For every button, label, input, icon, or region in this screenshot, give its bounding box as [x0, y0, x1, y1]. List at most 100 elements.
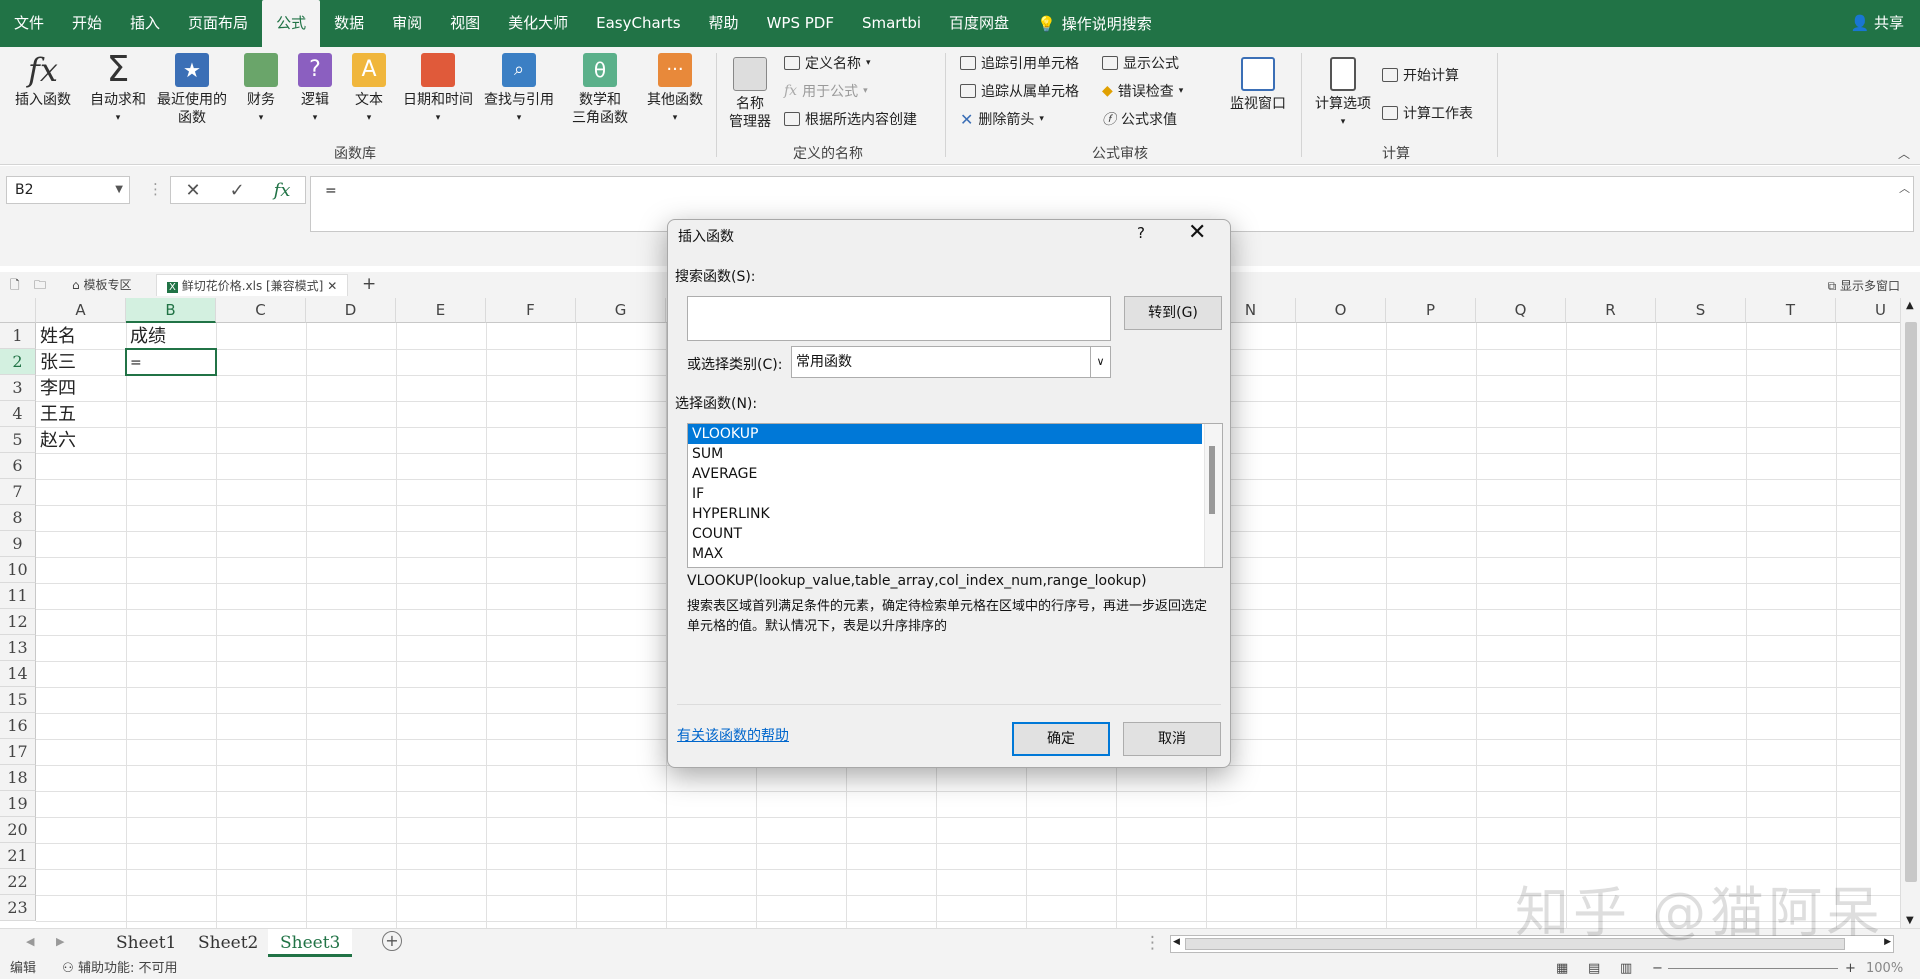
row-header-19[interactable]: 19 — [0, 791, 36, 817]
list-item[interactable]: VLOOKUP — [688, 424, 1202, 444]
tab-template-zone[interactable]: ⌂ 模板专区 — [62, 274, 141, 296]
tab-view[interactable]: 视图 — [436, 0, 494, 47]
cancel-button[interactable]: 取消 — [1123, 722, 1221, 756]
row-header-7[interactable]: 7 — [0, 479, 36, 505]
trace-dependents-button[interactable]: 追踪从属单元格 — [960, 81, 1079, 101]
cell-A3[interactable]: 李四 — [36, 376, 76, 402]
tab-file[interactable]: 文件 — [0, 0, 58, 47]
create-from-selection-button[interactable]: 根据所选内容创建 — [784, 109, 917, 129]
row-header-14[interactable]: 14 — [0, 661, 36, 687]
row-header-6[interactable]: 6 — [0, 453, 36, 479]
name-manager-button[interactable]: 名称 管理器 — [722, 57, 778, 131]
close-icon[interactable]: ✕ — [1188, 220, 1206, 245]
define-name-button[interactable]: 定义名称 ▾ — [784, 53, 871, 73]
list-item[interactable]: SUM — [688, 444, 1202, 464]
text-functions-button[interactable]: A 文本 ▾ — [346, 53, 392, 127]
tab-smartbi[interactable]: Smartbi — [848, 0, 935, 47]
calculate-sheet-button[interactable]: 计算工作表 — [1382, 103, 1473, 123]
scroll-down-icon[interactable]: ▼ — [1906, 915, 1914, 926]
name-box[interactable]: B2 ▼ — [6, 176, 130, 204]
evaluate-formula-button[interactable]: ⓕ 公式求值 — [1102, 109, 1177, 129]
list-item[interactable]: IF — [688, 484, 1202, 504]
sheet-tab-2[interactable]: Sheet2 — [186, 929, 270, 957]
calc-options-button[interactable]: 计算选项 ▾ — [1310, 57, 1376, 131]
zoom-level[interactable]: 100% — [1866, 958, 1903, 979]
row-header-18[interactable]: 18 — [0, 765, 36, 791]
sheet-prev-icon[interactable]: ◀ — [26, 935, 34, 948]
scroll-up-icon[interactable]: ▲ — [1906, 300, 1914, 311]
function-list[interactable]: VLOOKUP SUM AVERAGE IF HYPERLINK COUNT M… — [687, 423, 1223, 568]
row-header-12[interactable]: 12 — [0, 609, 36, 635]
column-header-P[interactable]: P — [1386, 298, 1476, 323]
vertical-scrollbar[interactable]: ▲ ▼ — [1900, 298, 1920, 928]
accessibility-status[interactable]: ⚇ 辅助功能: 不可用 — [62, 961, 177, 976]
row-header-22[interactable]: 22 — [0, 869, 36, 895]
sheet-next-icon[interactable]: ▶ — [56, 935, 64, 948]
column-header-Q[interactable]: Q — [1476, 298, 1566, 323]
insert-function-fx-icon[interactable]: fx — [274, 180, 291, 201]
tell-me-search[interactable]: 💡 操作说明搜索 — [1037, 13, 1152, 34]
financial-button[interactable]: 财务 ▾ — [238, 53, 284, 127]
row-header-10[interactable]: 10 — [0, 557, 36, 583]
remove-arrows-button[interactable]: ✕ 删除箭头 ▾ — [960, 109, 1044, 129]
normal-view-icon[interactable]: ▦ — [1556, 958, 1568, 979]
collapse-ribbon-icon[interactable]: ︿ — [1898, 145, 1910, 162]
math-trig-button[interactable]: θ 数学和 三角函数 — [562, 53, 638, 127]
row-header-9[interactable]: 9 — [0, 531, 36, 557]
add-sheet-icon[interactable]: + — [382, 931, 402, 951]
split-handle-icon[interactable]: ⋮ — [1144, 933, 1161, 953]
column-header-T[interactable]: T — [1746, 298, 1836, 323]
column-header-F[interactable]: F — [486, 298, 576, 323]
logical-button[interactable]: ? 逻辑 ▾ — [292, 53, 338, 127]
tab-home[interactable]: 开始 — [58, 0, 116, 47]
scroll-thumb[interactable] — [1905, 322, 1917, 882]
error-checking-button[interactable]: ◆ 错误检查 ▾ — [1102, 81, 1183, 101]
tab-workbook[interactable]: X 鲜切花价格.xls [兼容模式] ✕ — [156, 274, 349, 296]
recent-functions-button[interactable]: ★ 最近使用的 函数 — [152, 53, 232, 127]
page-layout-view-icon[interactable]: ▤ — [1588, 958, 1600, 979]
row-header-21[interactable]: 21 — [0, 843, 36, 869]
row-header-1[interactable]: 1 — [0, 323, 36, 349]
cell-A2[interactable]: 张三 — [36, 350, 76, 376]
select-all-corner[interactable] — [0, 298, 36, 323]
tab-insert[interactable]: 插入 — [116, 0, 174, 47]
enter-check-icon[interactable]: ✓ — [230, 180, 245, 201]
autosum-button[interactable]: Σ 自动求和 ▾ — [86, 52, 150, 127]
close-icon[interactable]: ✕ — [327, 279, 337, 293]
row-header-15[interactable]: 15 — [0, 687, 36, 713]
tab-wps-pdf[interactable]: WPS PDF — [753, 0, 848, 47]
insert-function-button[interactable]: fx 插入函数 — [8, 53, 78, 109]
row-header-4[interactable]: 4 — [0, 401, 36, 427]
tab-baidu-netdisk[interactable]: 百度网盘 — [935, 0, 1023, 47]
row-header-3[interactable]: 3 — [0, 375, 36, 401]
sheet-tab-1[interactable]: Sheet1 — [104, 929, 188, 957]
cell-A1[interactable]: 姓名 — [36, 324, 76, 350]
zoom-in-icon[interactable]: + — [1845, 958, 1856, 979]
row-header-5[interactable]: 5 — [0, 427, 36, 453]
datetime-button[interactable]: 日期和时间 ▾ — [398, 53, 478, 127]
column-header-S[interactable]: S — [1656, 298, 1746, 323]
cell-A5[interactable]: 赵六 — [36, 428, 76, 454]
row-header-8[interactable]: 8 — [0, 505, 36, 531]
row-header-11[interactable]: 11 — [0, 583, 36, 609]
column-header-G[interactable]: G — [576, 298, 666, 323]
more-functions-button[interactable]: ··· 其他函数 ▾ — [642, 53, 708, 127]
tab-formulas[interactable]: 公式 — [262, 0, 321, 47]
cell-B1[interactable]: 成绩 — [126, 324, 166, 350]
drag-handle-icon[interactable]: ⋮ — [148, 180, 163, 198]
cell-A4[interactable]: 王五 — [36, 402, 76, 428]
row-header-2[interactable]: 2 — [0, 349, 36, 375]
zoom-slider[interactable] — [1668, 968, 1838, 969]
list-item[interactable]: COUNT — [688, 524, 1202, 544]
trace-precedents-button[interactable]: 追踪引用单元格 — [960, 53, 1079, 73]
scroll-left-icon[interactable]: ◀ — [1173, 937, 1180, 947]
ok-button[interactable]: 确定 — [1012, 722, 1110, 756]
new-file-icon[interactable]: 🗋 — [10, 276, 20, 297]
use-in-formula-button[interactable]: fx 用于公式 ▾ — [784, 81, 868, 101]
search-function-input[interactable] — [687, 296, 1111, 341]
list-item[interactable]: HYPERLINK — [688, 504, 1202, 524]
cancel-icon[interactable]: ✕ — [185, 180, 200, 201]
row-header-16[interactable]: 16 — [0, 713, 36, 739]
row-header-17[interactable]: 17 — [0, 739, 36, 765]
function-help-link[interactable]: 有关该函数的帮助 — [677, 725, 789, 745]
